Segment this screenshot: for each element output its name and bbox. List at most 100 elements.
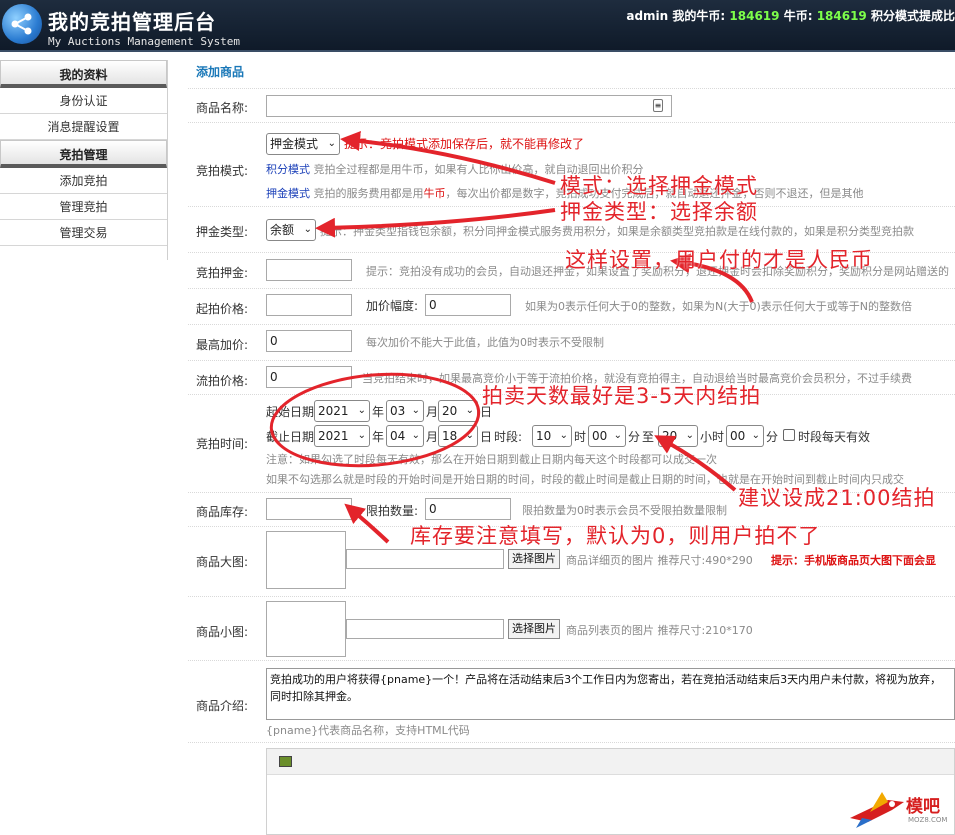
- stock-label: 商品库存:: [196, 505, 249, 519]
- period-start-min-select[interactable]: 00 ⌄: [588, 425, 626, 447]
- annotation-deposit-type: 押金类型：选择余额: [560, 200, 758, 224]
- period-end-hour-select[interactable]: 20 ⌄: [658, 425, 698, 447]
- reserve-label: 流拍价格:: [196, 374, 249, 388]
- big-image-preview: [266, 531, 346, 589]
- intro-hint: {pname}代表商品名称，支持HTML代码: [266, 724, 470, 737]
- sidebar-item-manage-auction[interactable]: 管理竞拍: [0, 194, 167, 220]
- row-name: 商品名称: ≡: [188, 88, 955, 122]
- end-year-select[interactable]: 2021 ⌄: [314, 425, 370, 447]
- mode-select[interactable]: 押金模式 ⌄: [266, 133, 340, 155]
- name-label: 商品名称:: [196, 101, 249, 115]
- big-img-tip: 提示：手机版商品页大图下面会显: [771, 554, 936, 567]
- end-day-select[interactable]: 18 ⌄: [438, 425, 478, 447]
- chevron-down-icon: ⌄: [327, 138, 336, 149]
- keyboard-icon: ≡: [653, 99, 663, 112]
- limit-input[interactable]: 0: [425, 498, 511, 520]
- sidebar-item-manage-trade[interactable]: 管理交易: [0, 220, 167, 246]
- daily-label: 时段每天有效: [798, 430, 871, 444]
- row-start-price: 起拍价格: 加价幅度: 0 如果为0表示任何大于0的整数，如果为N(大于0)表示…: [188, 288, 955, 324]
- sidebar-item-notifications[interactable]: 消息提醒设置: [0, 114, 167, 140]
- intro-textarea[interactable]: 竞拍成功的用户将获得{pname}一个！产品将在活动结束后3个工作日内为您寄出，…: [266, 668, 955, 720]
- annotation-stock: 库存要注意填写，默认为0，则用户拍不了: [410, 524, 821, 548]
- period-label: 时段:: [494, 430, 523, 444]
- chevron-down-icon: ⌄: [751, 430, 760, 441]
- stock-input[interactable]: [266, 498, 352, 520]
- increment-hint: 如果为0表示任何大于0的整数，如果为N(大于0)表示任何大于或等于N的整数倍: [525, 300, 913, 313]
- unit-day: 日: [480, 430, 493, 444]
- chevron-down-icon: ⌄: [411, 405, 420, 416]
- period-end-min-select[interactable]: 00 ⌄: [726, 425, 764, 447]
- sidebar-item-add-auction[interactable]: 添加竞拍: [0, 168, 167, 194]
- period-to: 至: [642, 430, 655, 444]
- end-month-select[interactable]: 04 ⌄: [386, 425, 424, 447]
- username[interactable]: admin: [626, 9, 668, 23]
- top-header: 我的竞拍管理后台 My Auctions Management System a…: [0, 0, 955, 52]
- chevron-down-icon: ⌄: [411, 430, 420, 441]
- max-inc-hint: 每次加价不能大于此值，此值为0时表示不受限制: [366, 336, 604, 349]
- header-tail: 积分模式提成比: [870, 9, 955, 23]
- watermark: 模吧 MOZ8.COM: [848, 788, 950, 832]
- app-subtitle: My Auctions Management System: [48, 35, 241, 48]
- chevron-down-icon: ⌄: [357, 430, 366, 441]
- row-small-image: 商品小图: 选择图片 商品列表页的图片 推荐尺寸:210*170: [188, 596, 955, 660]
- increment-input[interactable]: 0: [425, 294, 511, 316]
- mode-tip: 提示：竞拍模式添加保存后，就不能再修改了: [344, 137, 585, 151]
- small-img-label: 商品小图:: [196, 625, 249, 639]
- app-title: 我的竞拍管理后台: [48, 10, 216, 34]
- big-image-path-input[interactable]: [346, 549, 504, 569]
- deposit-type-select[interactable]: 余额 ⌄: [266, 219, 316, 241]
- chevron-down-icon: ⌄: [613, 430, 622, 441]
- start-date-label: 起始日期: [266, 405, 315, 419]
- big-img-label: 商品大图:: [196, 555, 249, 569]
- unit-year: 年: [372, 405, 385, 419]
- niubi-label-1: 我的牛币:: [672, 9, 726, 23]
- unit-year: 年: [372, 430, 385, 444]
- sidebar-item-identity[interactable]: 身份认证: [0, 88, 167, 114]
- start-month-select[interactable]: 03 ⌄: [386, 400, 424, 422]
- small-image-choose-button[interactable]: 选择图片: [508, 619, 560, 639]
- sidebar: 我的资料 身份认证 消息提醒设置 竞拍管理 添加竞拍 管理竞拍 管理交易: [0, 60, 168, 260]
- increment-label: 加价幅度:: [366, 299, 419, 313]
- start-day-select[interactable]: 20 ⌄: [438, 400, 478, 422]
- small-image-preview: [266, 601, 346, 657]
- chevron-down-icon: ⌄: [465, 430, 474, 441]
- unit-month: 月: [426, 405, 439, 419]
- annotation-rmb: 这样设置，用户付的才是人民币: [565, 248, 873, 272]
- start-price-input[interactable]: [266, 294, 352, 316]
- row-divider: [188, 742, 955, 743]
- limit-hint: 限拍数量为0时表示会员不受限拍数量限制: [522, 504, 727, 517]
- max-inc-input[interactable]: 0: [266, 330, 352, 352]
- account-info: admin 我的牛币: 184619 牛币: 184619 积分模式提成比: [626, 7, 955, 24]
- deposit-label: 竞拍押金:: [196, 266, 249, 280]
- plane-logo-icon: [850, 792, 904, 828]
- unit-min: 分: [628, 430, 641, 444]
- daily-checkbox[interactable]: [783, 429, 795, 441]
- small-image-path-input[interactable]: [346, 619, 504, 639]
- annotation-end-time: 建议设成21:00结拍: [738, 486, 936, 510]
- niubi-value-2: 184619: [816, 9, 867, 23]
- chevron-down-icon: ⌄: [685, 430, 694, 441]
- end-date-label: 截止日期: [266, 430, 315, 444]
- chevron-down-icon: ⌄: [303, 224, 312, 235]
- period-start-hour-select[interactable]: 10 ⌄: [532, 425, 572, 447]
- sidebar-section-auction[interactable]: 竞拍管理: [0, 140, 167, 168]
- image-insert-icon[interactable]: [279, 756, 292, 767]
- unit-hour: 时: [574, 430, 587, 444]
- start-year-select[interactable]: 2021 ⌄: [314, 400, 370, 422]
- sidebar-section-profile[interactable]: 我的资料: [0, 60, 167, 88]
- share-logo-icon: [2, 4, 42, 44]
- chevron-down-icon: ⌄: [357, 405, 366, 416]
- reserve-input[interactable]: 0: [266, 366, 352, 388]
- annotation-days: 拍卖天数最好是3-5天内结拍: [482, 384, 762, 408]
- editor-toolbar: [267, 749, 954, 775]
- intro-label: 商品介绍:: [196, 699, 249, 713]
- big-image-choose-button[interactable]: 选择图片: [508, 549, 560, 569]
- mode-label: 竞拍模式:: [196, 164, 249, 178]
- deposit-input[interactable]: [266, 259, 352, 281]
- row-max-increase: 最高加价: 0 每次加价不能大于此值，此值为0时表示不受限制: [188, 324, 955, 360]
- start-price-label: 起拍价格:: [196, 302, 249, 316]
- limit-label: 限拍数量:: [366, 504, 419, 518]
- niubi-value-1: 184619: [729, 9, 780, 23]
- chevron-down-icon: ⌄: [465, 405, 474, 416]
- name-input[interactable]: ≡: [266, 95, 672, 117]
